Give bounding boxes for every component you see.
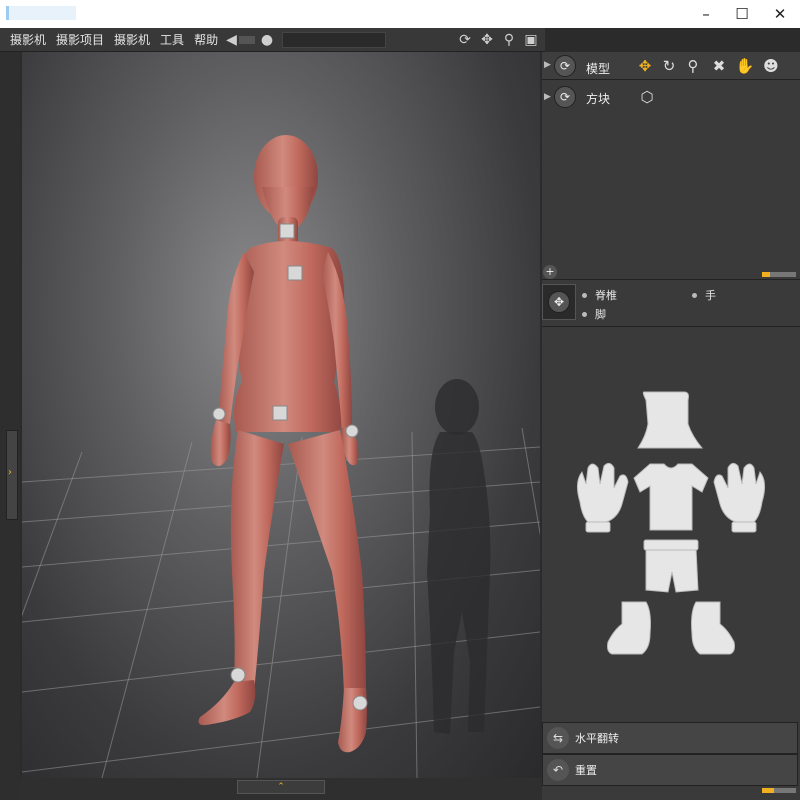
select-icon[interactable]: ✖ xyxy=(708,55,730,77)
part-hand-label: 手 xyxy=(705,289,716,302)
right-ankle-joint-handle xyxy=(352,695,368,711)
3d-viewport[interactable] xyxy=(22,52,540,778)
left-wrist-joint-handle xyxy=(212,407,226,421)
camera-icon[interactable]: ● xyxy=(261,32,273,48)
viewport-scene xyxy=(22,135,540,778)
right-boot-icon xyxy=(691,601,735,655)
move-icon[interactable]: ✥ xyxy=(478,31,496,49)
flip-label: 水平翻转 xyxy=(575,732,619,745)
rotate-icon[interactable]: ⟳ xyxy=(456,31,474,49)
expand-panel-button[interactable]: › xyxy=(6,430,18,520)
scroll-thumb[interactable] xyxy=(762,272,770,277)
add-row: + xyxy=(542,264,800,280)
part-foot-label: 脚 xyxy=(595,308,606,321)
flip-horizontal-button[interactable]: ⇆ 水平翻转 xyxy=(542,722,798,754)
right-glove-icon xyxy=(713,462,766,523)
panel-row-model: ▶ ⟳ 模型 ✥ ↻ ⚲ ✖ ✋ ☻ xyxy=(542,52,800,80)
title-bar: – ☐ ✕ xyxy=(0,0,800,28)
caret-right-icon: ▶ xyxy=(544,60,551,70)
divider xyxy=(238,35,255,44)
hip-joint-handle xyxy=(272,405,288,421)
expand-icon: › xyxy=(8,467,12,478)
panel-row-block: ▶ ⟳ 方块 ⬡ xyxy=(542,84,800,110)
zoom-icon[interactable]: ⚲ xyxy=(500,31,518,49)
shorts-waistband-icon xyxy=(643,539,699,551)
neck-joint-handle xyxy=(279,223,295,239)
hand-pose-icon[interactable]: ✋ xyxy=(734,55,756,77)
part-spine-label: 脊椎 xyxy=(595,289,617,302)
part-hand[interactable]: 手 xyxy=(692,287,716,303)
scroll-thumb[interactable] xyxy=(762,788,774,793)
add-icon[interactable]: + xyxy=(543,265,557,279)
right-panel: ▶ ⟳ 模型 ✥ ↻ ⚲ ✖ ✋ ☻ ▶ ⟳ 方块 ⬡ + ✥ 脊椎 手 脚 ⇆… xyxy=(542,52,800,800)
block-label: 方块 xyxy=(586,92,611,106)
left-glove-cuff-icon xyxy=(585,521,611,533)
bottom-bar: ⌃ xyxy=(20,778,542,800)
parts-icon: ✥ xyxy=(548,291,570,313)
model-label: 模型 xyxy=(586,62,611,76)
menu-camera-2[interactable]: 摄影机 xyxy=(114,31,150,48)
minimize-button[interactable]: – xyxy=(686,0,726,28)
collapse-bottom-button[interactable]: ⌃ xyxy=(237,780,325,794)
menu-help[interactable]: 帮助 xyxy=(194,31,218,48)
body-parts-row: ✥ 脊椎 手 脚 xyxy=(542,282,800,324)
menu-camera[interactable]: 摄影机 xyxy=(10,31,46,48)
close-button[interactable]: ✕ xyxy=(760,0,800,28)
menu-tools[interactable]: 工具 xyxy=(160,31,184,48)
part-foot[interactable]: 脚 xyxy=(582,306,606,322)
reset-icon: ↶ xyxy=(547,759,569,781)
arrow-back-icon[interactable]: ◀ xyxy=(226,32,237,48)
right-glove-cuff-icon xyxy=(731,521,757,533)
app-logo xyxy=(6,6,76,20)
clothing-picker[interactable] xyxy=(542,372,800,672)
left-glove-icon xyxy=(576,462,629,523)
menu-camera-project[interactable]: 摄影项目 xyxy=(56,31,104,48)
maximize-button[interactable]: ☐ xyxy=(722,0,762,28)
chevron-up-icon: ⌃ xyxy=(277,782,285,792)
flip-icon: ⇆ xyxy=(547,727,569,749)
block-icon[interactable]: ⟳ xyxy=(554,86,576,108)
zoom-icon[interactable]: ⚲ xyxy=(682,55,704,77)
snapshot-icon[interactable]: ▣ xyxy=(522,31,540,49)
reset-button[interactable]: ↶ 重置 xyxy=(542,754,798,786)
left-boot-icon xyxy=(607,601,651,655)
shirt-icon xyxy=(633,463,709,531)
caret-right-icon: ▶ xyxy=(544,92,551,102)
hat-icon xyxy=(637,391,704,449)
toolbar-status-box xyxy=(282,32,386,48)
model-icon[interactable]: ⟳ xyxy=(554,55,576,77)
shorts-icon xyxy=(645,547,699,593)
reset-label: 重置 xyxy=(575,764,597,777)
figure-shadow xyxy=(427,379,491,734)
person-icon[interactable]: ☻ xyxy=(760,55,782,77)
cube-icon[interactable]: ⬡ xyxy=(636,86,658,108)
divider xyxy=(542,326,800,327)
chest-joint-handle xyxy=(287,265,303,281)
part-spine[interactable]: 脊椎 xyxy=(582,287,617,303)
left-sidebar-strip: › xyxy=(0,52,20,800)
rotate-icon[interactable]: ↻ xyxy=(658,55,680,77)
left-ankle-joint-handle xyxy=(230,667,246,683)
parts-thumbnail[interactable]: ✥ xyxy=(542,284,576,320)
rotate-joint-icon[interactable]: ✥ xyxy=(634,55,656,77)
right-wrist-joint-handle xyxy=(345,424,359,438)
